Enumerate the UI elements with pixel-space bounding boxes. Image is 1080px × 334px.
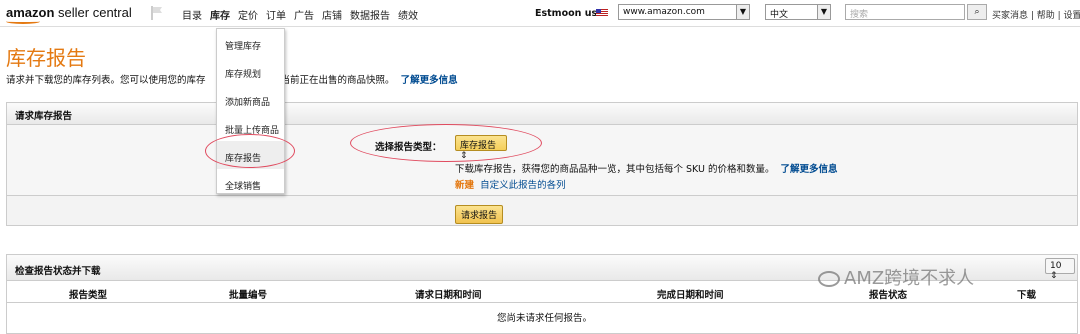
col-complete-date[interactable]: 完成日期和时间 xyxy=(657,287,724,301)
customize-columns-link[interactable]: 自定义此报告的各列 xyxy=(480,180,566,191)
per-page-value: 10 xyxy=(1050,261,1062,271)
nav-advertising[interactable]: 广告 xyxy=(294,7,322,22)
request-report-button[interactable]: 请求报告 xyxy=(455,205,504,224)
per-page-select[interactable]: 10 ⇕ xyxy=(1045,258,1075,281)
report-help-text: 下载库存报告，获得您的商品品种一览，其中包括每个 SKU 的价格和数量。 xyxy=(455,164,775,175)
logo[interactable]: amazon seller central xyxy=(6,5,132,20)
watermark: AMZ跨境不求人 xyxy=(818,264,974,290)
language-value: 中文 xyxy=(770,10,789,20)
inventory-dropdown-menu: 管理库存 库存规划 添加新商品 批量上传商品 库存报告 全球销售 xyxy=(216,28,285,194)
top-bar: amazon seller central 目录 库存 定价 订单 广告 店铺 … xyxy=(0,0,1080,27)
menu-item-inventory-planning[interactable]: 库存规划 xyxy=(217,57,284,85)
header-links[interactable]: 买家消息 | 帮助 | 设置 xyxy=(992,8,1080,21)
page-title: 库存报告 xyxy=(6,46,86,70)
us-flag-icon xyxy=(596,9,608,17)
empty-table-message: 您尚未请求任何报告。 xyxy=(497,313,593,324)
watermark-text: AMZ跨境不求人 xyxy=(844,268,975,289)
nav-stores[interactable]: 店铺 xyxy=(322,7,350,22)
marketplace-select[interactable]: www.amazon.com ▼ xyxy=(618,4,750,20)
nav-reports[interactable]: 数据报告 xyxy=(350,7,398,22)
chevron-down-icon: ▼ xyxy=(817,5,830,19)
new-badge: 新建 xyxy=(455,180,475,191)
main-nav: 目录 库存 定价 订单 广告 店铺 数据报告 绩效 xyxy=(182,7,426,22)
menu-item-manage-inventory[interactable]: 管理库存 xyxy=(217,29,284,57)
help-learn-more-link[interactable]: 了解更多信息 xyxy=(781,164,838,175)
menu-item-global-selling[interactable]: 全球销售 xyxy=(217,169,284,197)
menu-item-add-product[interactable]: 添加新商品 xyxy=(217,85,284,113)
custom-columns: 新建 自定义此报告的各列 xyxy=(455,177,566,191)
col-download[interactable]: 下载 xyxy=(1017,287,1036,301)
col-batch-id[interactable]: 批量编号 xyxy=(229,287,267,301)
nav-orders[interactable]: 订单 xyxy=(266,7,294,22)
search-icon[interactable]: ⌕ xyxy=(967,4,987,20)
report-help: 下载库存报告，获得您的商品品种一览，其中包括每个 SKU 的价格和数量。 了解更… xyxy=(455,161,838,175)
nav-catalog[interactable]: 目录 xyxy=(182,7,210,22)
logo-sub: seller central xyxy=(58,5,132,20)
description-text: 请求并下载您的库存列表。您可以使用您的库存 xyxy=(6,75,206,86)
nav-pricing[interactable]: 定价 xyxy=(238,7,266,22)
nav-performance[interactable]: 绩效 xyxy=(398,7,426,22)
logo-smile-icon xyxy=(6,19,40,24)
user-name: Estmoon us xyxy=(535,8,598,19)
marketplace-value: www.amazon.com xyxy=(623,7,705,17)
description-end: 当前正在出售的商品快照。 xyxy=(280,75,395,86)
chevron-updown-icon: ⇕ xyxy=(1050,271,1058,281)
logo-main: amazon xyxy=(6,5,55,20)
wechat-icon xyxy=(818,271,840,287)
annotation-circle-type xyxy=(350,124,542,162)
request-panel-title: 请求库存报告 xyxy=(7,103,1077,125)
nav-inventory[interactable]: 库存 xyxy=(210,7,238,22)
col-report-type[interactable]: 报告类型 xyxy=(69,287,107,301)
search-input[interactable]: 搜索 xyxy=(845,4,965,20)
col-request-date[interactable]: 请求日期和时间 xyxy=(415,287,482,301)
flag-icon[interactable] xyxy=(150,5,164,21)
language-select[interactable]: 中文 ▼ xyxy=(765,4,831,20)
request-panel-footer xyxy=(7,195,1077,225)
learn-more-link[interactable]: 了解更多信息 xyxy=(401,75,458,86)
chevron-down-icon: ▼ xyxy=(736,5,749,19)
annotation-circle-menu xyxy=(205,134,295,168)
